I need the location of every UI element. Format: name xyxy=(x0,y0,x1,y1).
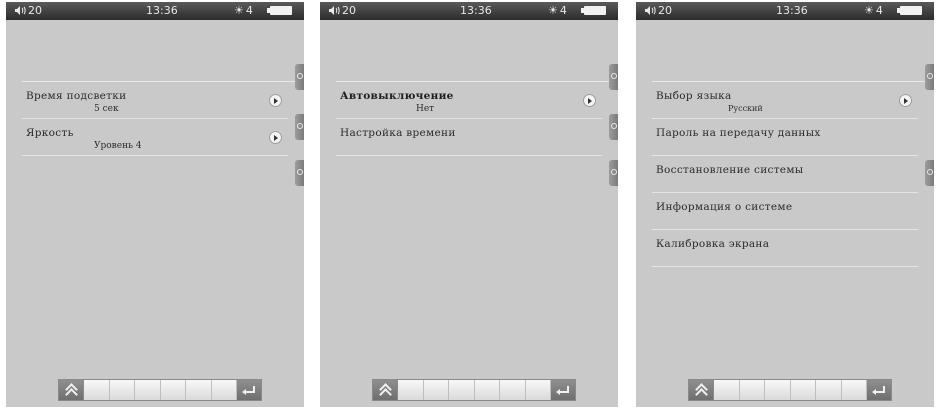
toolbar-slot[interactable] xyxy=(423,380,449,400)
menu-item-label: Яркость xyxy=(26,127,74,139)
return-arrow-icon[interactable] xyxy=(551,380,575,400)
clock: 13:36 xyxy=(776,4,808,17)
battery-icon xyxy=(897,6,922,15)
toolbar-slot[interactable] xyxy=(474,380,500,400)
toolbar-slot[interactable] xyxy=(211,380,237,400)
bottom-toolbar xyxy=(372,379,576,401)
volume-level: 20 xyxy=(658,4,672,17)
bottom-toolbar xyxy=(688,379,892,401)
brightness-indicator: ☀ 4 xyxy=(548,4,567,17)
menu-item-label: Калибровка экрана xyxy=(656,238,770,250)
circle-arrow-right-icon[interactable] xyxy=(583,94,596,107)
toolbar-slot[interactable] xyxy=(790,380,816,400)
battery-icon xyxy=(267,6,292,15)
double-chevron-up-icon[interactable] xyxy=(59,380,84,400)
circle-arrow-right-icon[interactable] xyxy=(269,94,282,107)
toolbar-slot[interactable] xyxy=(160,380,186,400)
return-arrow-icon[interactable] xyxy=(237,380,261,400)
sun-icon: ☀ xyxy=(548,4,558,17)
speaker-icon xyxy=(15,6,26,15)
circle-arrow-right-icon[interactable] xyxy=(899,94,912,107)
brightness-level: 4 xyxy=(875,4,883,17)
menu-item-label: Настройка времени xyxy=(340,127,456,139)
battery-icon xyxy=(581,6,606,15)
volume-indicator: 20 xyxy=(328,4,356,17)
toolbar-slot[interactable] xyxy=(714,380,740,400)
status-bar: 20 13:36 ☀ 4 xyxy=(6,2,304,20)
menu-item-value: Уровень 4 xyxy=(94,141,142,151)
menu-item-screen-calibration[interactable]: Калибровка экрана xyxy=(652,230,918,267)
toolbar-slot[interactable] xyxy=(186,380,212,400)
menu-item-system-restore[interactable]: Восстановление системы xyxy=(652,156,918,193)
brightness-indicator: ☀ 4 xyxy=(234,4,253,17)
menu-item-label: Автовыключение xyxy=(340,90,454,102)
settings-screen-system: 20 13:36 ☀ 4 Выбор языка Русский Пароль … xyxy=(636,2,934,407)
side-tab-icon[interactable] xyxy=(295,64,304,90)
toolbar-slot[interactable] xyxy=(841,380,867,400)
volume-indicator: 20 xyxy=(644,4,672,17)
clock: 13:36 xyxy=(460,4,492,17)
brightness-indicator: ☀ 4 xyxy=(864,4,883,17)
menu-item-label: Время подсветки xyxy=(26,90,127,102)
side-tab-icon[interactable] xyxy=(925,64,934,90)
menu-item-value: 5 сек xyxy=(94,104,119,114)
side-tab-icon[interactable] xyxy=(295,160,304,186)
sun-icon: ☀ xyxy=(864,4,874,17)
menu-item-label: Восстановление системы xyxy=(656,164,804,176)
menu-item-value: Нет xyxy=(416,104,435,114)
side-tab-icon[interactable] xyxy=(925,160,934,186)
menu-item-auto-off[interactable]: Автовыключение Нет xyxy=(336,82,602,119)
toolbar-slot[interactable] xyxy=(109,380,135,400)
brightness-level: 4 xyxy=(559,4,567,17)
circle-arrow-right-icon[interactable] xyxy=(269,131,282,144)
menu-item-backlight-time[interactable]: Время подсветки 5 сек xyxy=(22,82,288,119)
menu-item-label: Информация о системе xyxy=(656,201,793,213)
side-tab-icon[interactable] xyxy=(609,114,618,140)
toolbar-slot[interactable] xyxy=(816,380,842,400)
toolbar-slot[interactable] xyxy=(525,380,551,400)
menu-item-label: Пароль на передачу данных xyxy=(656,127,821,139)
toolbar-slot[interactable] xyxy=(765,380,791,400)
double-chevron-up-icon[interactable] xyxy=(689,380,714,400)
clock: 13:36 xyxy=(146,4,178,17)
toolbar-slot[interactable] xyxy=(449,380,475,400)
status-bar: 20 13:36 ☀ 4 xyxy=(636,2,934,20)
side-tab-icon[interactable] xyxy=(295,114,304,140)
toolbar-slot[interactable] xyxy=(135,380,161,400)
menu-item-time-settings[interactable]: Настройка времени xyxy=(336,119,602,156)
double-chevron-up-icon[interactable] xyxy=(373,380,398,400)
return-arrow-icon[interactable] xyxy=(867,380,891,400)
volume-indicator: 20 xyxy=(14,4,42,17)
settings-screen-backlight: 20 13:36 ☀ 4 Время подсветки 5 сек Яркос… xyxy=(6,2,304,407)
menu-item-system-info[interactable]: Информация о системе xyxy=(652,193,918,230)
volume-level: 20 xyxy=(342,4,356,17)
toolbar-slot[interactable] xyxy=(739,380,765,400)
menu-item-brightness[interactable]: Яркость Уровень 4 xyxy=(22,119,288,156)
sun-icon: ☀ xyxy=(234,4,244,17)
settings-screen-auto-off: 20 13:36 ☀ 4 Автовыключение Нет Настройк… xyxy=(320,2,618,407)
brightness-level: 4 xyxy=(245,4,253,17)
toolbar-slot[interactable] xyxy=(500,380,526,400)
speaker-icon xyxy=(645,6,656,15)
menu-item-value: Русский xyxy=(728,104,763,113)
menu-item-transfer-password[interactable]: Пароль на передачу данных xyxy=(652,119,918,156)
bottom-toolbar xyxy=(58,379,262,401)
volume-level: 20 xyxy=(28,4,42,17)
side-tab-icon[interactable] xyxy=(609,160,618,186)
speaker-icon xyxy=(329,6,340,15)
menu-item-language[interactable]: Выбор языка Русский xyxy=(652,82,918,119)
side-tab-icon[interactable] xyxy=(609,64,618,90)
menu-item-label: Выбор языка xyxy=(656,90,732,102)
status-bar: 20 13:36 ☀ 4 xyxy=(320,2,618,20)
toolbar-slot[interactable] xyxy=(84,380,110,400)
toolbar-slot[interactable] xyxy=(398,380,424,400)
